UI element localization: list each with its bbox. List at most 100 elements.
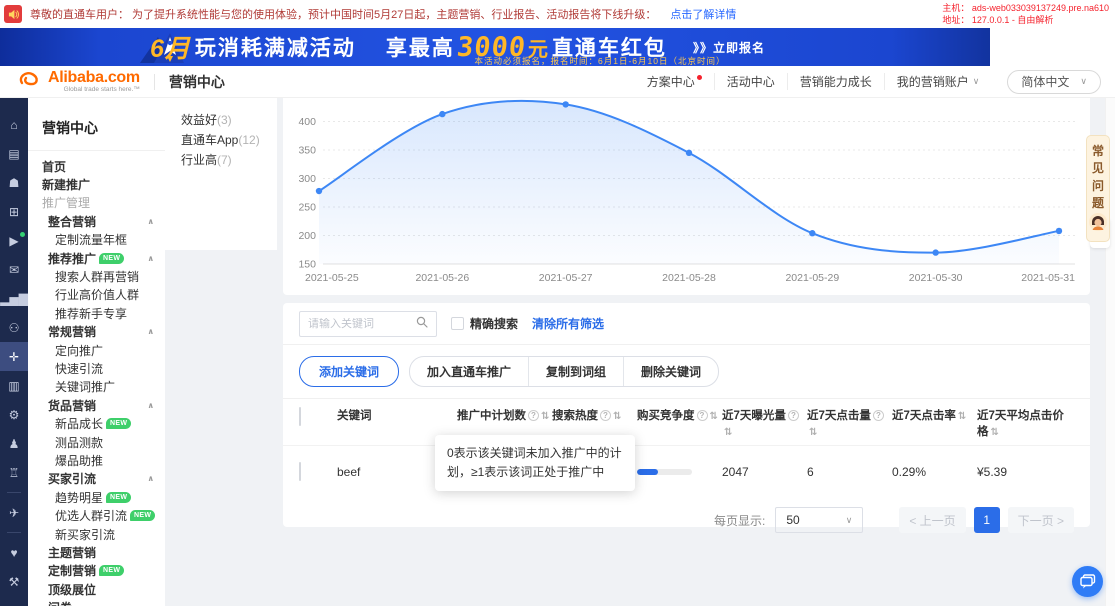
message-icon[interactable]: ✉	[0, 255, 28, 284]
exact-search-option[interactable]: 精确搜索	[451, 315, 518, 332]
keyword-search-box[interactable]	[299, 311, 437, 337]
column-header[interactable]: 搜索热度?⇅	[552, 408, 637, 424]
sidebar-item[interactable]: 新品成长NEW	[28, 414, 165, 432]
alibaba-logo[interactable]: Alibaba.com Global trade starts here.™	[18, 69, 140, 94]
data-point[interactable]	[932, 249, 938, 255]
header-nav-item[interactable]: 营销能力成长	[788, 73, 885, 90]
column-header[interactable]: 近7天平均点击价格⇅	[977, 408, 1073, 440]
sort-icon[interactable]: ⇅	[809, 427, 817, 438]
table-row[interactable]: beef204760.29%¥5.39	[283, 445, 1090, 497]
targeting-icon[interactable]: ✛	[0, 342, 28, 371]
chevron-up-icon[interactable]: ∧	[148, 327, 155, 336]
column-header[interactable]: 推广中计划数?⇅	[457, 408, 552, 424]
per-page-select[interactable]: 50 ∨	[775, 507, 863, 533]
quick-filter-item[interactable]: 效益好(3)	[181, 110, 277, 130]
header-nav-item[interactable]: 我的营销账户∨	[885, 73, 992, 90]
sidebar-item[interactable]: 问卷	[28, 598, 165, 606]
sidebar-item[interactable]: 关键词推广	[28, 378, 165, 396]
chat-button[interactable]	[1072, 566, 1103, 597]
sort-icon[interactable]: ⇅	[541, 411, 549, 422]
sidebar-item[interactable]: 新建推广	[28, 175, 165, 193]
favorites-icon[interactable]: ♥	[0, 538, 28, 567]
sort-icon[interactable]: ⇅	[991, 427, 999, 438]
shield-icon[interactable]: ☗	[0, 168, 28, 197]
sidebar-item[interactable]: 定向推广	[28, 341, 165, 359]
sidebar-item[interactable]: 优选人群引流NEW	[28, 506, 165, 524]
sidebar-item[interactable]: 行业高价值人群	[28, 286, 165, 304]
sidebar-item[interactable]: 趋势明星NEW	[28, 488, 165, 506]
sidebar-item[interactable]: 货品营销∧	[28, 396, 165, 414]
sidebar-item[interactable]: 爆品助推	[28, 451, 165, 469]
apps-grid-icon[interactable]: ⊞	[0, 197, 28, 226]
data-point[interactable]	[316, 188, 322, 194]
next-page-button[interactable]: 下一页 >	[1008, 507, 1074, 533]
chevron-up-icon[interactable]: ∧	[148, 254, 155, 263]
audience-icon[interactable]: ⚇	[0, 313, 28, 342]
data-point[interactable]	[809, 230, 815, 236]
keyword-search-input[interactable]	[308, 318, 416, 330]
column-header[interactable]: 购买竞争度?⇅	[637, 408, 722, 424]
quick-filter-item[interactable]: 行业高(7)	[181, 150, 277, 170]
data-point[interactable]	[439, 111, 445, 117]
select-all-checkbox[interactable]	[299, 407, 301, 426]
sidebar-item[interactable]: 推荐推广NEW∧	[28, 249, 165, 267]
chevron-up-icon[interactable]: ∧	[148, 217, 155, 226]
exact-search-checkbox[interactable]	[451, 317, 464, 330]
clipboard-icon[interactable]: ▥	[0, 371, 28, 400]
account-icon[interactable]: ♟	[0, 429, 28, 458]
data-point[interactable]	[686, 150, 692, 156]
sidebar-item[interactable]: 首页	[28, 157, 165, 175]
analytics-icon[interactable]: ▂▅▇	[0, 284, 28, 313]
sort-icon[interactable]: ⇅	[710, 411, 718, 422]
send-icon[interactable]: ✈	[0, 498, 28, 527]
language-selector[interactable]: 简体中文 ∨	[1007, 70, 1101, 94]
quick-filter-item[interactable]: 直通车App(12)	[181, 130, 277, 150]
sidebar-item[interactable]: 搜索人群再营销	[28, 267, 165, 285]
column-header[interactable]: 近7天点击量?⇅	[807, 408, 892, 440]
sidebar-item[interactable]: 定制流量年框	[28, 231, 165, 249]
promo-banner[interactable]: 6月 玩消耗满减活动 享最高 3000 元 直通车红包 》》立即报名 本活动必须…	[0, 28, 990, 66]
sidebar-item[interactable]: 买家引流∧	[28, 470, 165, 488]
sidebar-item[interactable]: 整合营销∧	[28, 212, 165, 230]
trend-line-chart[interactable]: 1502002503003504002021-05-252021-05-2620…	[289, 98, 1081, 295]
help-icon[interactable]: ?	[873, 410, 884, 421]
prev-page-button[interactable]: < 上一页	[899, 507, 965, 533]
search-icon[interactable]	[416, 315, 428, 333]
delete-keyword-button[interactable]: 删除关键词	[623, 357, 718, 386]
column-header[interactable]: 近7天曝光量?⇅	[722, 408, 807, 440]
sidebar-item[interactable]: 快速引流	[28, 359, 165, 377]
video-icon[interactable]: ▶	[0, 226, 28, 255]
notice-detail-link[interactable]: 点击了解详情	[670, 6, 736, 22]
chevron-up-icon[interactable]: ∧	[148, 401, 155, 410]
sort-icon[interactable]: ⇅	[613, 411, 621, 422]
help-icon[interactable]: ?	[600, 410, 611, 421]
row-checkbox[interactable]	[299, 462, 301, 481]
home-icon[interactable]: ⌂	[0, 110, 28, 139]
faq-widget[interactable]: 常见问题	[1086, 135, 1110, 242]
page-number-button[interactable]: 1	[974, 507, 1000, 533]
sidebar-item[interactable]: 主题营销	[28, 543, 165, 561]
sidebar-item[interactable]: 推荐新手专享	[28, 304, 165, 322]
sidebar-item[interactable]: 常规营销∧	[28, 323, 165, 341]
sidebar-item[interactable]: 定制营销NEW	[28, 562, 165, 580]
chevron-up-icon[interactable]: ∧	[148, 474, 155, 483]
sidebar-item[interactable]: 新买家引流	[28, 525, 165, 543]
settings-icon[interactable]: ⚙	[0, 400, 28, 429]
header-nav-item[interactable]: 活动中心	[715, 73, 788, 90]
data-point[interactable]	[1056, 228, 1062, 234]
add-to-p4p-button[interactable]: 加入直通车推广	[410, 357, 528, 386]
sort-icon[interactable]: ⇅	[724, 427, 732, 438]
column-header[interactable]: 近7天点击率⇅	[892, 408, 977, 424]
bank-icon[interactable]: ♖	[0, 458, 28, 487]
help-icon[interactable]: ?	[788, 410, 799, 421]
help-icon[interactable]: ?	[528, 410, 539, 421]
add-keyword-button[interactable]: 添加关键词	[299, 356, 399, 387]
briefcase-icon[interactable]: ⚒	[0, 567, 28, 596]
copy-to-wordgroup-button[interactable]: 复制到词组	[528, 357, 623, 386]
sidebar-item[interactable]: 顶级展位	[28, 580, 165, 598]
help-icon[interactable]: ?	[697, 410, 708, 421]
storefront-icon[interactable]: ▤	[0, 139, 28, 168]
clear-filters-link[interactable]: 清除所有筛选	[532, 315, 604, 332]
sidebar-item[interactable]: 测品测款	[28, 433, 165, 451]
banner-signup-link[interactable]: 》》立即报名	[693, 39, 765, 56]
